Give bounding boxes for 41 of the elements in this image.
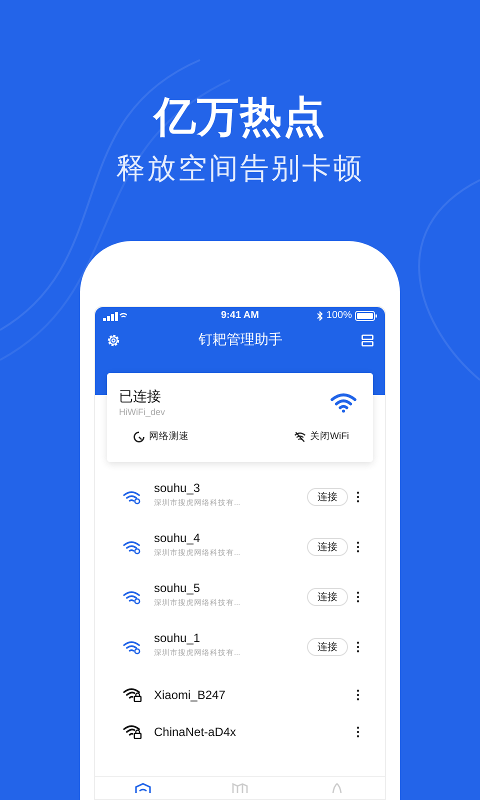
network-name: ChinaNet-aD4x (154, 724, 238, 740)
network-name: HiWiFi_dev (119, 407, 166, 417)
tagline: 释放空间告别卡顿 (116, 152, 364, 187)
scan-icon[interactable] (360, 332, 375, 348)
network-name: souhu_3 (154, 480, 202, 496)
battery-icon (355, 310, 377, 320)
settings-icon[interactable] (106, 332, 121, 348)
map-icon (232, 783, 248, 793)
connect-button[interactable]: 连接 (307, 488, 348, 506)
shared-wifi-icon (123, 490, 142, 505)
card-action[interactable]: 网络测速 (133, 430, 189, 443)
shared-wifi-icon (123, 590, 142, 605)
wifi-icon (330, 392, 357, 412)
bluetooth-icon (317, 310, 324, 320)
more-icon[interactable] (356, 491, 360, 503)
more-icon[interactable] (356, 591, 360, 603)
shield-wifi-icon (135, 783, 152, 793)
more-icon[interactable] (356, 541, 360, 553)
connect-button[interactable]: 连接 (307, 588, 348, 606)
locked-wifi-icon (123, 687, 142, 702)
more-icon[interactable] (356, 726, 360, 738)
network-name: souhu_1 (154, 630, 202, 646)
wifi-off-icon (294, 430, 306, 442)
connection-status: 已连接 (119, 387, 162, 405)
connect-button[interactable]: 连接 (307, 538, 348, 556)
shared-wifi-icon (123, 640, 142, 655)
card-action[interactable]: 关闭WiFi (294, 430, 349, 443)
more-icon[interactable] (356, 641, 360, 653)
headline: 亿万热点 (154, 92, 326, 142)
battery-percent: 100% (326, 310, 352, 321)
network-name: souhu_5 (154, 580, 202, 596)
shared-wifi-icon (123, 540, 142, 555)
locked-wifi-icon (123, 724, 142, 739)
connect-button[interactable]: 连接 (307, 638, 348, 656)
status-time: 9:41 AM (220, 310, 260, 321)
more-icon[interactable] (356, 688, 360, 700)
speedometer-icon (133, 430, 145, 442)
network-name: Xiaomi_B247 (154, 686, 226, 702)
signal-icon (103, 310, 127, 320)
app-title: 钉耙管理助手 (198, 331, 282, 349)
network-name: souhu_4 (154, 530, 202, 546)
